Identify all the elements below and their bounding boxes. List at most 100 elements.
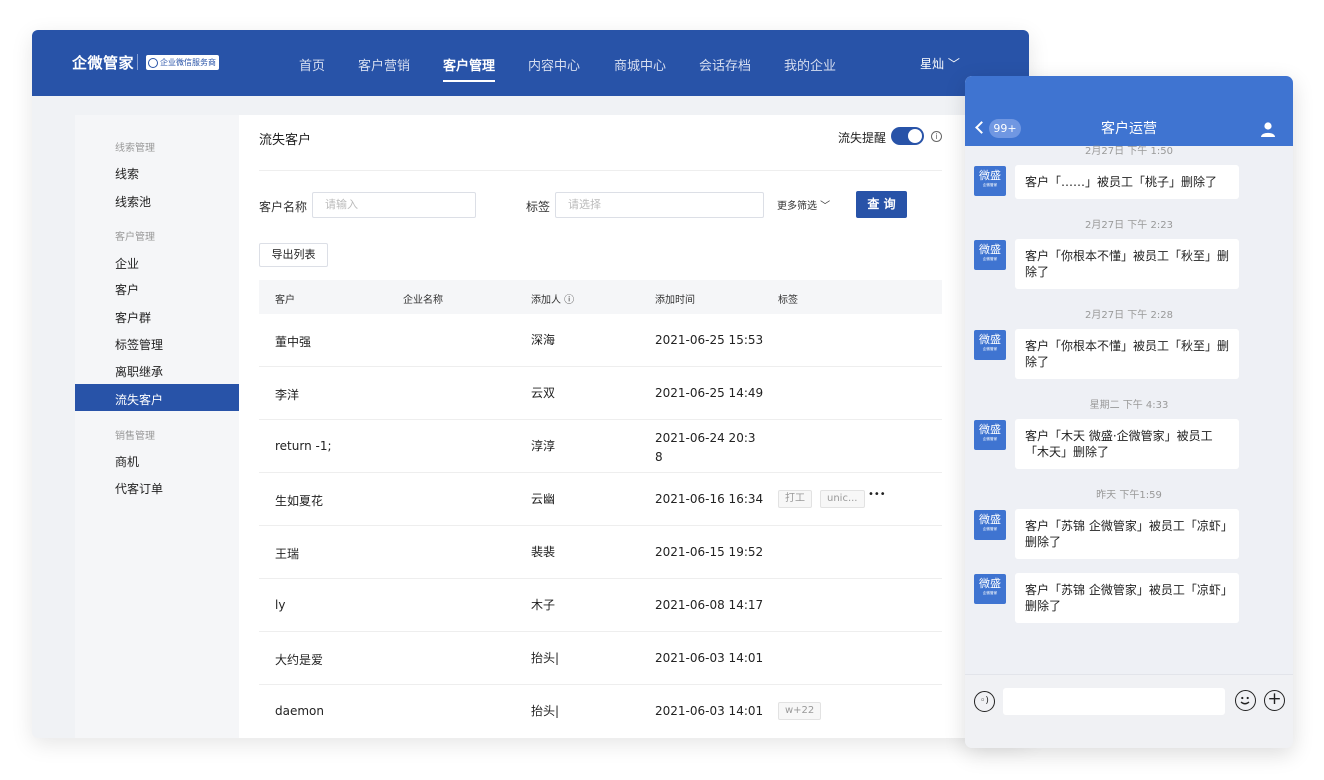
service-provider-badge: 企业微信服务商 bbox=[146, 55, 219, 70]
chat-message: 客户「苏锦 企微管家」被员工「凉虾」删除了 bbox=[1015, 573, 1239, 623]
bot-avatar: 微盛 企微管家 bbox=[974, 574, 1006, 604]
column-customer: 客户 bbox=[275, 295, 295, 306]
lost-alert-label: 流失提醒 bbox=[838, 131, 887, 145]
bot-avatar: 微盛 企微管家 bbox=[974, 166, 1006, 196]
nav-my-enterprise[interactable]: 我的企业 bbox=[784, 55, 836, 74]
row-customer: ly bbox=[275, 598, 286, 612]
chat-input[interactable] bbox=[1003, 688, 1225, 715]
row-adder: 云双 bbox=[531, 386, 556, 400]
user-menu[interactable]: 星灿 ﹀ bbox=[920, 55, 960, 72]
sidebar-item-lead-pool[interactable]: 线索池 bbox=[115, 193, 151, 210]
nav-customer-management[interactable]: 客户管理 bbox=[443, 55, 495, 74]
chat-timestamp: 2月27日 下午 2:23 bbox=[1085, 220, 1173, 231]
nav-session-archive[interactable]: 会话存档 bbox=[699, 55, 751, 74]
sidebar-item-tag-management[interactable]: 标签管理 bbox=[115, 336, 163, 353]
emoji-icon[interactable] bbox=[1235, 690, 1256, 711]
nav-content-center[interactable]: 内容中心 bbox=[528, 55, 580, 74]
chat-message: 客户「你根本不懂」被员工「秋至」删除了 bbox=[1015, 239, 1239, 289]
table-row[interactable]: 生如夏花 云幽 2021-06-16 16:34 打工 unic... ••• bbox=[259, 473, 942, 526]
row-customer: 王瑞 bbox=[275, 547, 300, 561]
plus-icon[interactable]: + bbox=[1264, 690, 1285, 711]
lost-alert-toggle[interactable] bbox=[891, 127, 924, 145]
chat-message: 客户「苏锦 企微管家」被员工「凉虾」删除了 bbox=[1015, 509, 1239, 559]
row-adder: 淳淳 bbox=[531, 439, 556, 453]
sidebar-item-opportunities[interactable]: 商机 bbox=[115, 453, 139, 470]
chat-panel: 99+ 客户运营 2月27日 下午 1:50 微盛 企微管家 客户「……」被员工「… bbox=[965, 76, 1293, 748]
row-time: 2021-06-15 19:52 bbox=[655, 545, 764, 559]
row-time: 2021-06-25 14:49 bbox=[655, 386, 764, 400]
row-adder: 抬头| bbox=[531, 651, 560, 665]
sidebar-item-customer-group[interactable]: 客户群 bbox=[115, 309, 151, 326]
row-time: 2021-06-16 16:34 bbox=[655, 492, 764, 506]
info-icon[interactable]: i bbox=[931, 131, 942, 142]
top-navbar: 企微管家 企业微信服务商 首页 客户营销 客户管理 内容中心 商城中心 会话存档… bbox=[32, 30, 1029, 96]
column-adder: 添加人 ⓘ bbox=[531, 295, 575, 306]
row-time: 2021-06-03 14:01 bbox=[655, 651, 764, 665]
table-row[interactable]: return -1; 淳淳 2021-06-24 20:3 8 bbox=[259, 420, 942, 473]
sidebar-item-resigned-inherit[interactable]: 离职继承 bbox=[115, 363, 163, 380]
row-tag: 打工 bbox=[778, 490, 812, 508]
admin-window: 企微管家 企业微信服务商 首页 客户营销 客户管理 内容中心 商城中心 会话存档… bbox=[32, 30, 1029, 738]
row-adder: 深海 bbox=[531, 333, 556, 347]
table-header: 客户 企业名称 添加人 ⓘ 添加时间 标签 bbox=[259, 280, 942, 314]
export-list-button[interactable]: 导出列表 bbox=[259, 243, 328, 267]
page-title: 流失客户 bbox=[259, 133, 312, 148]
chat-message: 客户「你根本不懂」被员工「秋至」删除了 bbox=[1015, 329, 1239, 379]
column-tags: 标签 bbox=[778, 295, 798, 306]
chat-title: 客户运营 bbox=[1101, 121, 1157, 137]
table-row[interactable]: 王瑞 裴裴 2021-06-15 19:52 bbox=[259, 526, 942, 579]
table-row[interactable]: 李洋 云双 2021-06-25 14:49 bbox=[259, 367, 942, 420]
chat-timestamp: 2月27日 下午 1:50 bbox=[1085, 146, 1173, 157]
logo-separator bbox=[137, 54, 138, 70]
sidebar-group-sales: 销售管理 bbox=[115, 431, 155, 442]
nav-home[interactable]: 首页 bbox=[299, 55, 325, 74]
row-tag: w+22 bbox=[778, 702, 822, 720]
row-time: 2021-06-03 14:01 bbox=[655, 704, 764, 718]
more-filters-button[interactable]: 更多筛选 ﹀ bbox=[777, 197, 830, 212]
chat-message: 客户「木天 微盛·企微管家」被员工「木天」删除了 bbox=[1015, 419, 1239, 469]
row-adder: 裴裴 bbox=[531, 545, 556, 559]
chat-input-bar: ◦) + bbox=[965, 674, 1293, 748]
chat-timestamp: 2月27日 下午 2:28 bbox=[1085, 310, 1173, 321]
wecom-icon bbox=[148, 57, 158, 68]
query-button[interactable]: 查 询 bbox=[856, 191, 907, 218]
table-row[interactable]: 董中强 深海 2021-06-25 15:53 bbox=[259, 314, 942, 367]
customer-name-label: 客户名称 bbox=[259, 200, 308, 214]
header-divider bbox=[259, 170, 942, 171]
sidebar-item-customer[interactable]: 客户 bbox=[115, 281, 139, 298]
tag-select[interactable]: 请选择 bbox=[555, 192, 764, 218]
more-tags-icon[interactable]: ••• bbox=[868, 489, 886, 500]
table-row[interactable]: 大约是爱 抬头| 2021-06-03 14:01 bbox=[259, 632, 942, 685]
row-adder: 抬头| bbox=[531, 704, 560, 718]
sidebar-item-enterprise[interactable]: 企业 bbox=[115, 255, 139, 272]
nav-customer-marketing[interactable]: 客户营销 bbox=[358, 55, 410, 74]
sidebar-item-lost-customers[interactable]: 流失客户 bbox=[115, 391, 163, 408]
column-company: 企业名称 bbox=[403, 295, 443, 306]
table-row[interactable]: daemon 抬头| 2021-06-03 14:01 w+22 bbox=[259, 685, 942, 738]
nav-active-underline bbox=[443, 80, 495, 82]
bot-avatar: 微盛 企微管家 bbox=[974, 420, 1006, 450]
row-tag: unic... bbox=[820, 490, 865, 508]
sidebar-group-leads: 线索管理 bbox=[115, 143, 155, 154]
customer-name-input[interactable]: 请输入 bbox=[312, 192, 476, 218]
person-icon[interactable] bbox=[1260, 121, 1276, 137]
main-panel: 流失客户 流失提醒 i 客户名称 请输入 标签 请选择 更多筛选 ﹀ 查 询 导… bbox=[239, 115, 967, 738]
sidebar-item-leads[interactable]: 线索 bbox=[115, 165, 139, 182]
table-row[interactable]: ly 木子 2021-06-08 14:17 bbox=[259, 579, 942, 632]
column-add-time: 添加时间 bbox=[655, 295, 695, 306]
voice-icon[interactable]: ◦) bbox=[974, 691, 995, 712]
nav-mall-center[interactable]: 商城中心 bbox=[614, 55, 666, 74]
row-customer: return -1; bbox=[275, 439, 332, 453]
row-customer: 董中强 bbox=[275, 335, 312, 349]
row-customer: daemon bbox=[275, 704, 324, 718]
sidebar-item-proxy-orders[interactable]: 代客订单 bbox=[115, 480, 163, 497]
row-customer: 生如夏花 bbox=[275, 494, 324, 508]
row-adder: 木子 bbox=[531, 598, 556, 612]
tag-label: 标签 bbox=[526, 200, 551, 214]
sidebar: 线索管理 线索 线索池 客户管理 企业 客户 客户群 标签管理 离职继承 流失客… bbox=[75, 115, 239, 738]
chat-message: 客户「……」被员工「桃子」删除了 bbox=[1015, 165, 1239, 199]
row-time: 2021-06-08 14:17 bbox=[655, 598, 764, 612]
row-customer: 李洋 bbox=[275, 388, 300, 402]
row-adder: 云幽 bbox=[531, 492, 556, 506]
chat-timestamp: 星期二 下午 4:33 bbox=[1089, 400, 1169, 411]
